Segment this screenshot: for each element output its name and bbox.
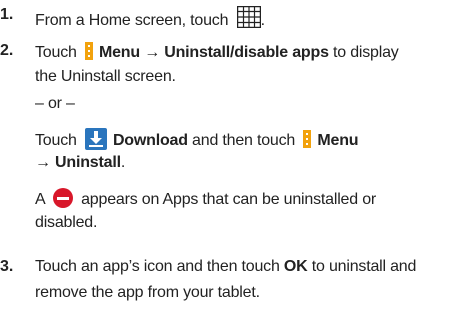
uninstall-minus-icon	[52, 188, 73, 208]
menu-label: Menu	[98, 44, 140, 61]
touch-text: Touch	[35, 44, 77, 61]
menu-icon	[303, 130, 312, 148]
step-2-line-2: the Uninstall screen.	[35, 68, 176, 85]
step-1-line: From a Home screen, touch .	[35, 6, 265, 30]
step-2-note-line-1: A appears on Apps that can be uninstalle…	[35, 188, 376, 209]
line-period: .	[120, 154, 126, 171]
step-3-text: Touch an app’s icon and then touch	[35, 258, 280, 275]
note-text: appears on Apps that can be uninstalled …	[81, 191, 377, 208]
menu-icon	[84, 42, 93, 60]
ok-label: OK	[283, 258, 308, 275]
uninstall-disable-apps-label: → Uninstall/disable apps	[144, 44, 329, 61]
step-number: 2.	[0, 42, 14, 59]
instructions-document: 1. From a Home screen, touch . 2. Touch …	[0, 0, 472, 314]
step-2-note-line-2: disabled.	[35, 214, 98, 231]
note-a: A	[35, 191, 45, 208]
step-3-line-2: remove the app from your tablet.	[35, 284, 260, 301]
step-2-line-1: Touch Menu → Uninstall/disable apps to d…	[35, 42, 399, 62]
step-number: 1.	[0, 6, 14, 23]
uninstall-label: → Uninstall	[35, 154, 121, 171]
step-3-text-end: to uninstall and	[311, 258, 417, 275]
step-1: 1. From a Home screen, touch .	[0, 6, 472, 32]
apps-grid-icon	[236, 6, 261, 28]
step-number: 3.	[0, 258, 14, 275]
to-display-text: to display	[333, 44, 399, 61]
step-2-line-3: Touch Download and then touch Menu	[35, 128, 359, 150]
step-1-text: From a Home screen, touch	[35, 12, 229, 29]
step-2-line-4: → Uninstall.	[35, 154, 125, 172]
step-2: 2. Touch Menu → Uninstall/disable apps t…	[0, 42, 472, 242]
or-separator: – or –	[35, 95, 75, 112]
download-label: Download	[112, 132, 188, 149]
touch-text: Touch	[35, 132, 77, 149]
and-then-touch-text: and then touch	[192, 132, 296, 149]
download-icon	[84, 128, 107, 150]
menu-label: Menu	[317, 132, 359, 149]
step-3: 3. Touch an app’s icon and then touch OK…	[0, 258, 472, 312]
step-3-line-1: Touch an app’s icon and then touch OK to…	[35, 258, 416, 276]
step-1-period: .	[260, 12, 265, 29]
